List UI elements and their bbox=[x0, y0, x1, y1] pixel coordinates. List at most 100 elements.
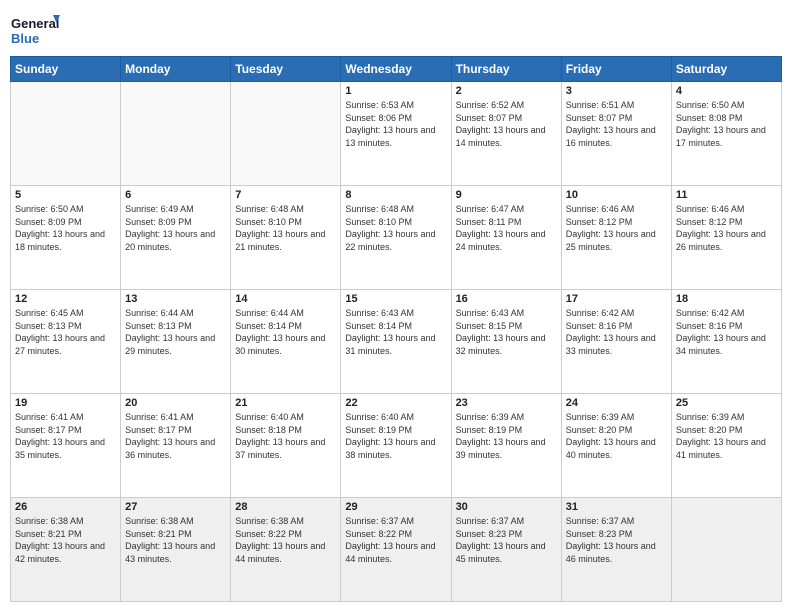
calendar-week-2: 5 Sunrise: 6:50 AM Sunset: 8:09 PM Daylig… bbox=[11, 186, 782, 290]
day-number: 11 bbox=[676, 189, 777, 201]
column-header-thursday: Thursday bbox=[451, 57, 561, 82]
day-info: Sunrise: 6:50 AM Sunset: 8:08 PM Dayligh… bbox=[676, 99, 777, 149]
calendar-cell: 19 Sunrise: 6:41 AM Sunset: 8:17 PM Dayli… bbox=[11, 394, 121, 498]
calendar-cell: 28 Sunrise: 6:38 AM Sunset: 8:22 PM Dayli… bbox=[231, 498, 341, 602]
logo-svg: General Blue bbox=[10, 10, 60, 50]
day-number: 19 bbox=[15, 397, 116, 409]
day-info: Sunrise: 6:48 AM Sunset: 8:10 PM Dayligh… bbox=[235, 203, 336, 253]
day-number: 15 bbox=[345, 293, 446, 305]
day-number: 28 bbox=[235, 501, 336, 513]
logo: General Blue bbox=[10, 10, 60, 50]
calendar-cell: 18 Sunrise: 6:42 AM Sunset: 8:16 PM Dayli… bbox=[671, 290, 781, 394]
calendar-cell: 24 Sunrise: 6:39 AM Sunset: 8:20 PM Dayli… bbox=[561, 394, 671, 498]
calendar-cell: 2Sunrise: 6:52 AM Sunset: 8:07 PM Daylig… bbox=[451, 82, 561, 186]
day-number: 16 bbox=[456, 293, 557, 305]
day-number: 27 bbox=[125, 501, 226, 513]
calendar-cell: 15 Sunrise: 6:43 AM Sunset: 8:14 PM Dayli… bbox=[341, 290, 451, 394]
page: General Blue SundayMondayTuesdayWednesda… bbox=[0, 0, 792, 612]
day-number: 10 bbox=[566, 189, 667, 201]
day-info: Sunrise: 6:38 AM Sunset: 8:22 PM Dayligh… bbox=[235, 515, 336, 565]
calendar-cell: 11 Sunrise: 6:46 AM Sunset: 8:12 PM Dayli… bbox=[671, 186, 781, 290]
calendar-cell: 27 Sunrise: 6:38 AM Sunset: 8:21 PM Dayli… bbox=[121, 498, 231, 602]
day-info: Sunrise: 6:41 AM Sunset: 8:17 PM Dayligh… bbox=[125, 411, 226, 461]
day-info: Sunrise: 6:37 AM Sunset: 8:23 PM Dayligh… bbox=[566, 515, 667, 565]
calendar-cell bbox=[121, 82, 231, 186]
day-number: 7 bbox=[235, 189, 336, 201]
calendar-cell: 6 Sunrise: 6:49 AM Sunset: 8:09 PM Daylig… bbox=[121, 186, 231, 290]
day-number: 14 bbox=[235, 293, 336, 305]
calendar-week-1: 1 Sunrise: 6:53 AM Sunset: 8:06 PM Daylig… bbox=[11, 82, 782, 186]
day-number: 22 bbox=[345, 397, 446, 409]
day-number: 21 bbox=[235, 397, 336, 409]
day-info: Sunrise: 6:42 AM Sunset: 8:16 PM Dayligh… bbox=[676, 307, 777, 357]
header: General Blue bbox=[10, 10, 782, 50]
day-info: Sunrise: 6:52 AM Sunset: 8:07 PM Dayligh… bbox=[456, 99, 557, 149]
day-info: Sunrise: 6:46 AM Sunset: 8:12 PM Dayligh… bbox=[566, 203, 667, 253]
calendar-cell: 17 Sunrise: 6:42 AM Sunset: 8:16 PM Dayli… bbox=[561, 290, 671, 394]
day-info: Sunrise: 6:40 AM Sunset: 8:19 PM Dayligh… bbox=[345, 411, 446, 461]
day-info: Sunrise: 6:38 AM Sunset: 8:21 PM Dayligh… bbox=[125, 515, 226, 565]
column-header-friday: Friday bbox=[561, 57, 671, 82]
calendar-cell: 31 Sunrise: 6:37 AM Sunset: 8:23 PM Dayli… bbox=[561, 498, 671, 602]
column-header-monday: Monday bbox=[121, 57, 231, 82]
day-number: 13 bbox=[125, 293, 226, 305]
day-number: 1 bbox=[345, 85, 446, 97]
day-info: Sunrise: 6:50 AM Sunset: 8:09 PM Dayligh… bbox=[15, 203, 116, 253]
day-number: 9 bbox=[456, 189, 557, 201]
calendar: SundayMondayTuesdayWednesdayThursdayFrid… bbox=[10, 56, 782, 602]
day-number: 5 bbox=[15, 189, 116, 201]
day-info: Sunrise: 6:37 AM Sunset: 8:23 PM Dayligh… bbox=[456, 515, 557, 565]
day-number: 30 bbox=[456, 501, 557, 513]
day-number: 25 bbox=[676, 397, 777, 409]
calendar-cell: 14 Sunrise: 6:44 AM Sunset: 8:14 PM Dayli… bbox=[231, 290, 341, 394]
day-info: Sunrise: 6:47 AM Sunset: 8:11 PM Dayligh… bbox=[456, 203, 557, 253]
day-number: 23 bbox=[456, 397, 557, 409]
calendar-cell: 10 Sunrise: 6:46 AM Sunset: 8:12 PM Dayli… bbox=[561, 186, 671, 290]
day-number: 26 bbox=[15, 501, 116, 513]
day-info: Sunrise: 6:44 AM Sunset: 8:14 PM Dayligh… bbox=[235, 307, 336, 357]
day-number: 6 bbox=[125, 189, 226, 201]
day-info: Sunrise: 6:39 AM Sunset: 8:20 PM Dayligh… bbox=[566, 411, 667, 461]
calendar-cell: 29Sunrise: 6:37 AM Sunset: 8:22 PM Dayli… bbox=[341, 498, 451, 602]
day-info: Sunrise: 6:42 AM Sunset: 8:16 PM Dayligh… bbox=[566, 307, 667, 357]
day-number: 29 bbox=[345, 501, 446, 513]
day-info: Sunrise: 6:38 AM Sunset: 8:21 PM Dayligh… bbox=[15, 515, 116, 565]
day-info: Sunrise: 6:43 AM Sunset: 8:14 PM Dayligh… bbox=[345, 307, 446, 357]
column-header-tuesday: Tuesday bbox=[231, 57, 341, 82]
day-info: Sunrise: 6:51 AM Sunset: 8:07 PM Dayligh… bbox=[566, 99, 667, 149]
day-number: 18 bbox=[676, 293, 777, 305]
column-header-sunday: Sunday bbox=[11, 57, 121, 82]
day-info: Sunrise: 6:43 AM Sunset: 8:15 PM Dayligh… bbox=[456, 307, 557, 357]
day-info: Sunrise: 6:39 AM Sunset: 8:19 PM Dayligh… bbox=[456, 411, 557, 461]
calendar-cell bbox=[11, 82, 121, 186]
calendar-cell: 21 Sunrise: 6:40 AM Sunset: 8:18 PM Dayli… bbox=[231, 394, 341, 498]
calendar-cell: 4 Sunrise: 6:50 AM Sunset: 8:08 PM Daylig… bbox=[671, 82, 781, 186]
day-info: Sunrise: 6:48 AM Sunset: 8:10 PM Dayligh… bbox=[345, 203, 446, 253]
day-number: 17 bbox=[566, 293, 667, 305]
day-info: Sunrise: 6:53 AM Sunset: 8:06 PM Dayligh… bbox=[345, 99, 446, 149]
calendar-cell: 30 Sunrise: 6:37 AM Sunset: 8:23 PM Dayli… bbox=[451, 498, 561, 602]
svg-text:General: General bbox=[11, 16, 59, 31]
day-info: Sunrise: 6:40 AM Sunset: 8:18 PM Dayligh… bbox=[235, 411, 336, 461]
calendar-cell bbox=[231, 82, 341, 186]
calendar-cell: 9 Sunrise: 6:47 AM Sunset: 8:11 PM Daylig… bbox=[451, 186, 561, 290]
day-info: Sunrise: 6:49 AM Sunset: 8:09 PM Dayligh… bbox=[125, 203, 226, 253]
calendar-cell: 1 Sunrise: 6:53 AM Sunset: 8:06 PM Daylig… bbox=[341, 82, 451, 186]
calendar-cell: 22 Sunrise: 6:40 AM Sunset: 8:19 PM Dayli… bbox=[341, 394, 451, 498]
calendar-cell: 5 Sunrise: 6:50 AM Sunset: 8:09 PM Daylig… bbox=[11, 186, 121, 290]
day-number: 24 bbox=[566, 397, 667, 409]
day-number: 4 bbox=[676, 85, 777, 97]
calendar-week-3: 12Sunrise: 6:45 AM Sunset: 8:13 PM Dayli… bbox=[11, 290, 782, 394]
day-info: Sunrise: 6:41 AM Sunset: 8:17 PM Dayligh… bbox=[15, 411, 116, 461]
day-info: Sunrise: 6:46 AM Sunset: 8:12 PM Dayligh… bbox=[676, 203, 777, 253]
svg-text:Blue: Blue bbox=[11, 31, 39, 46]
day-number: 31 bbox=[566, 501, 667, 513]
calendar-cell: 7 Sunrise: 6:48 AM Sunset: 8:10 PM Daylig… bbox=[231, 186, 341, 290]
calendar-cell: 8Sunrise: 6:48 AM Sunset: 8:10 PM Daylig… bbox=[341, 186, 451, 290]
calendar-cell: 12Sunrise: 6:45 AM Sunset: 8:13 PM Dayli… bbox=[11, 290, 121, 394]
calendar-cell: 20Sunrise: 6:41 AM Sunset: 8:17 PM Dayli… bbox=[121, 394, 231, 498]
calendar-cell: 13Sunrise: 6:44 AM Sunset: 8:13 PM Dayli… bbox=[121, 290, 231, 394]
day-info: Sunrise: 6:39 AM Sunset: 8:20 PM Dayligh… bbox=[676, 411, 777, 461]
day-number: 12 bbox=[15, 293, 116, 305]
calendar-week-4: 19 Sunrise: 6:41 AM Sunset: 8:17 PM Dayli… bbox=[11, 394, 782, 498]
